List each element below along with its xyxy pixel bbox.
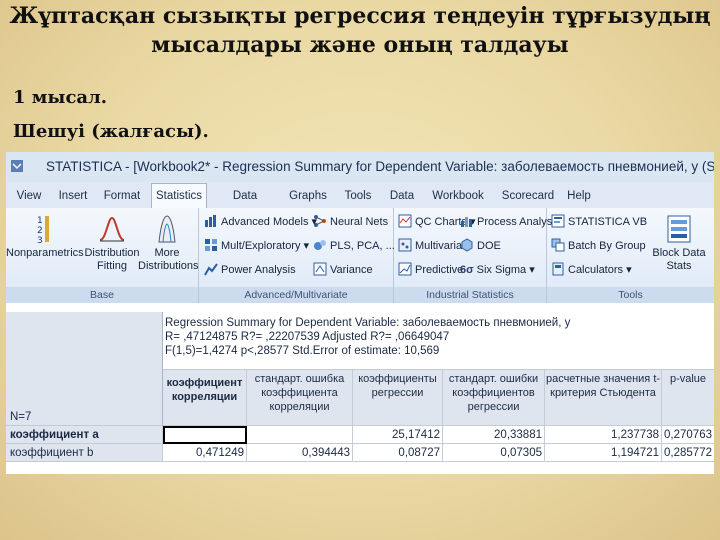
table-cell-a-1[interactable] — [163, 426, 247, 444]
power-analysis-button[interactable]: Power Analysis — [204, 261, 296, 279]
statistica-vb-button[interactable]: STATISTICA VB — [551, 213, 647, 231]
mult-exploratory-icon — [205, 239, 217, 251]
neural-nets-button[interactable]: Neural Nets — [313, 213, 388, 231]
svg-text:2: 2 — [37, 226, 43, 236]
tab-workbook[interactable]: Workbook — [430, 186, 486, 208]
table-cell-a-5[interactable]: 1,237738 — [545, 426, 662, 444]
n-label: N=7 — [10, 411, 32, 423]
variance-button[interactable]: Variance — [313, 261, 373, 279]
calculators-button[interactable]: Calculators ▾ — [551, 261, 632, 279]
window-title: STATISTICA - [Workbook2* - Regression Su… — [46, 159, 714, 174]
svg-text:1: 1 — [37, 216, 43, 226]
table-cell-a-3[interactable]: 25,17412 — [353, 426, 443, 444]
power-analysis-icon — [204, 263, 218, 276]
block-data-stats-icon — [667, 215, 691, 243]
summary-line3: F(1,5)=1,4274 p<,28577 Std.Error of esti… — [165, 345, 440, 357]
batch-by-group-icon — [551, 238, 565, 252]
ribbon: 1 2 3 Nonparametrics Distribution Fittin… — [6, 208, 714, 303]
doe-cube-icon — [461, 238, 473, 252]
app-menu-icon[interactable] — [10, 159, 24, 173]
group-tools: STATISTICA VB Batch By Group Calculators… — [547, 208, 714, 303]
mult-exploratory-button[interactable]: Mult/Exploratory ▾ — [204, 237, 309, 255]
tab-graphs[interactable]: Graphs — [288, 186, 328, 208]
group-base-label: Base — [6, 287, 198, 303]
tab-data[interactable]: Data — [388, 186, 416, 208]
example-label: 1 мысал. — [13, 87, 108, 108]
neural-nets-icon — [314, 215, 326, 227]
col-header-4[interactable]: стандарт. ошибки коэффициентов регрессии — [443, 370, 545, 426]
slide-title: Жұптасқан сызықты регрессия теңдеуін тұр… — [0, 2, 720, 60]
table-cell-b-2[interactable]: 0,394443 — [247, 444, 353, 462]
doe-button[interactable]: DOE — [460, 237, 501, 255]
predictive-button[interactable]: Predictive — [398, 261, 463, 279]
pls-pca-button[interactable]: PLS, PCA, ... — [313, 237, 395, 255]
window-titlebar: STATISTICA - [Workbook2* - Regression Su… — [6, 152, 714, 182]
row-label-a[interactable]: коэффициент а — [6, 426, 163, 444]
more-distributions-icon — [158, 215, 176, 243]
tab-scorecard[interactable]: Scorecard — [499, 186, 557, 208]
slide-title-line1: Жұптасқан сызықты регрессия теңдеуін тұр… — [9, 3, 711, 29]
multivariate-icon — [398, 238, 412, 252]
table-cell-b-5[interactable]: 1,194721 — [545, 444, 662, 462]
group-industrial: QC Charts ▾ Multivariate Predictive Proc… — [394, 208, 560, 303]
variance-icon — [313, 262, 327, 276]
tab-insert[interactable]: Insert — [56, 186, 90, 208]
advanced-models-icon — [205, 215, 216, 227]
block-data-stats-button[interactable]: Block Data Stats — [647, 214, 711, 273]
corner-cell: N=7 — [6, 312, 163, 426]
statistica-screenshot: STATISTICA - [Workbook2* - Regression Su… — [6, 152, 714, 474]
col-header-5[interactable]: расчетные значения t-критерия Стьюдента — [545, 370, 662, 426]
process-analysis-button[interactable]: Process Analysis — [460, 213, 560, 231]
advanced-models-button[interactable]: Advanced Models ▾ — [204, 213, 317, 231]
batch-by-group-button[interactable]: Batch By Group — [551, 237, 646, 255]
regression-summary: Regression Summary for Dependent Variabl… — [163, 312, 714, 370]
slide-title-line2: мысалдары және оның талдауы — [151, 32, 569, 58]
group-advanced-label: Advanced/Multivariate — [199, 287, 393, 303]
table-cell-a-4[interactable]: 20,33881 — [443, 426, 545, 444]
col-header-3[interactable]: коэффициенты регрессии — [353, 370, 443, 426]
solution-label: Шешуі (жалғасы). — [13, 121, 209, 142]
svg-text:3: 3 — [37, 236, 43, 244]
tab-help[interactable]: Help — [564, 186, 594, 208]
group-tools-label: Tools — [547, 287, 714, 303]
more-distributions-button[interactable]: More Distributions — [138, 214, 199, 273]
table-cell-b-6[interactable]: 0,285772 — [662, 444, 714, 462]
row-label-b[interactable]: коэффициент b — [6, 444, 163, 462]
statistica-vb-icon — [551, 214, 565, 228]
distribution-curve-icon — [99, 216, 125, 242]
col-header-1[interactable]: коэффициент корреляции — [163, 370, 247, 426]
tab-statistics[interactable]: Statistics — [151, 183, 207, 209]
table-cell-a-2[interactable] — [247, 426, 353, 444]
summary-line2: R= ,47124875 R?= ,22207539 Adjusted R?= … — [165, 331, 450, 343]
process-analysis-icon — [461, 217, 472, 227]
table-cell-b-1[interactable]: 0,471249 — [163, 444, 247, 462]
nonparametrics-icon: 1 2 3 — [37, 216, 49, 244]
calculator-icon — [552, 262, 564, 276]
results-spreadsheet: N=7 Regression Summary for Dependent Var… — [6, 312, 714, 474]
distribution-fitting-button[interactable]: Distribution Fitting — [84, 214, 140, 273]
pls-pca-icon — [314, 240, 326, 250]
tab-data-mining[interactable]: Data Mining — [216, 186, 274, 222]
table-cell-a-6[interactable]: 0,270763 — [662, 426, 714, 444]
tab-format[interactable]: Format — [102, 186, 142, 208]
group-base: 1 2 3 Nonparametrics Distribution Fittin… — [6, 208, 199, 303]
table-cell-b-4[interactable]: 0,07305 — [443, 444, 545, 462]
group-advanced: Advanced Models ▾ Mult/Exploratory ▾ Pow… — [199, 208, 395, 303]
qc-charts-icon — [398, 214, 412, 228]
six-sigma-button[interactable]: 6σ Six Sigma ▾ — [460, 261, 535, 279]
six-sigma-icon: 6σ — [460, 264, 474, 276]
tab-tools[interactable]: Tools — [342, 186, 374, 208]
table-cell-b-3[interactable]: 0,08727 — [353, 444, 443, 462]
col-header-6[interactable]: p-value — [662, 370, 714, 426]
nonparametrics-button[interactable]: 1 2 3 Nonparametrics — [6, 214, 84, 260]
col-header-2[interactable]: стандарт. ошибка коэффициента корреляции — [247, 370, 353, 426]
tab-view[interactable]: View — [14, 186, 44, 208]
predictive-icon — [398, 262, 412, 276]
ribbon-tabs: View Insert Format Statistics Data Minin… — [6, 182, 714, 222]
group-industrial-label: Industrial Statistics — [394, 287, 546, 303]
summary-line1: Regression Summary for Dependent Variabl… — [165, 317, 571, 329]
